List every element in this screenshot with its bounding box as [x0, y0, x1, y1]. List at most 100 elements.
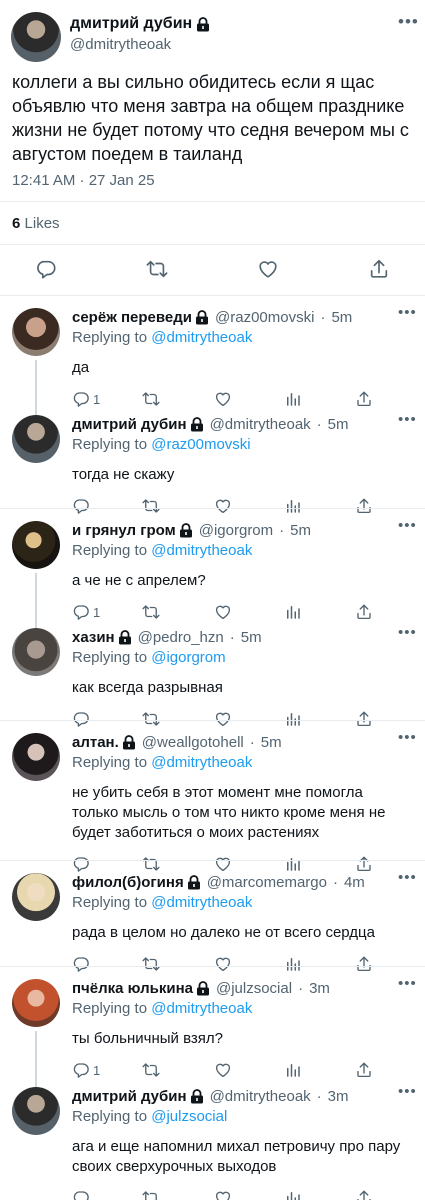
reply-actions: [72, 1189, 372, 1200]
replying-to-link[interactable]: @dmitrytheoak: [151, 542, 252, 559]
reply-time[interactable]: 5m: [241, 629, 262, 646]
replying-to-link[interactable]: @raz00movski: [151, 436, 250, 453]
author-name[interactable]: пчёлка юлькина: [72, 980, 193, 997]
more-options-button[interactable]: •••: [398, 975, 417, 992]
reply-button[interactable]: [35, 258, 57, 280]
more-options-button[interactable]: •••: [398, 1083, 417, 1100]
author-name[interactable]: дмитрий дубин: [70, 15, 210, 33]
reply-text: рада в целом но далеко не от всего сердц…: [72, 924, 375, 941]
more-options-button[interactable]: •••: [398, 517, 417, 534]
like-button[interactable]: [257, 258, 279, 280]
reply-time[interactable]: 3m: [309, 980, 330, 997]
author-name[interactable]: дмитрий дубин: [72, 416, 187, 433]
reply-tweet[interactable]: пчёлка юлькина @julzsocial · 3m ••• Repl…: [0, 967, 425, 1075]
thread-line: [35, 1075, 37, 1087]
avatar[interactable]: [12, 308, 60, 356]
dot-separator: ·: [320, 309, 326, 326]
analytics-icon: [284, 1189, 302, 1200]
divider: [0, 201, 425, 202]
reply-header: дмитрий дубин @dmitrytheoak · 5m: [72, 416, 349, 433]
reply-time[interactable]: 3m: [328, 1088, 349, 1105]
reply-tweet[interactable]: алтан. @weallgotohell · 5m ••• Replying …: [0, 721, 425, 861]
dot-separator: ·: [298, 980, 304, 997]
replying-to-link[interactable]: @dmitrytheoak: [151, 1000, 252, 1017]
reply-header: алтан. @weallgotohell · 5m: [72, 734, 282, 751]
more-options-button[interactable]: •••: [398, 411, 417, 428]
replying-to-link[interactable]: @igorgrom: [151, 649, 225, 666]
tweet-actions: [0, 248, 425, 293]
replying-to-link[interactable]: @dmitrytheoak: [151, 894, 252, 911]
author-handle[interactable]: @dmitrytheoak: [210, 1088, 311, 1105]
avatar[interactable]: [12, 1087, 60, 1135]
more-options-button[interactable]: •••: [398, 869, 417, 886]
reply-header: пчёлка юлькина @julzsocial · 3m: [72, 980, 330, 997]
lock-icon: [118, 630, 132, 645]
replying-to: Replying to @raz00movski: [72, 436, 251, 453]
reply-header: хазин @pedro_hzn · 5m: [72, 629, 262, 646]
reply-header: серёж переведи @raz00movski · 5m: [72, 309, 352, 326]
replying-to-link[interactable]: @dmitrytheoak: [151, 754, 252, 771]
author-name[interactable]: серёж переведи: [72, 309, 192, 326]
retweet-button[interactable]: [142, 1189, 160, 1200]
author-handle[interactable]: @weallgotohell: [142, 734, 244, 751]
retweet-button[interactable]: [146, 258, 168, 280]
replying-to: Replying to @dmitrytheoak: [72, 542, 252, 559]
author-handle[interactable]: @julzsocial: [216, 980, 292, 997]
author-name-text[interactable]: дмитрий дубин: [70, 15, 192, 33]
reply-tweet[interactable]: серёж переведи @raz00movski · 5m ••• Rep…: [0, 296, 425, 403]
author-name[interactable]: филол(б)огиня: [72, 874, 184, 891]
author-handle[interactable]: @marcomemargo: [207, 874, 327, 891]
avatar[interactable]: [11, 12, 61, 62]
reply-time[interactable]: 5m: [290, 522, 311, 539]
divider: [0, 244, 425, 245]
author-name[interactable]: хазин: [72, 629, 115, 646]
reply-time[interactable]: 5m: [261, 734, 282, 751]
author-name[interactable]: дмитрий дубин: [72, 1088, 187, 1105]
avatar[interactable]: [12, 733, 60, 781]
reply-header: филол(б)огиня @marcomemargo · 4m: [72, 874, 365, 891]
reply-button[interactable]: [72, 1189, 93, 1200]
author-handle[interactable]: @dmitrytheoak: [210, 416, 311, 433]
thread-line: [35, 573, 37, 616]
more-options-button[interactable]: •••: [398, 729, 417, 746]
main-tweet: дмитрий дубин @dmitrytheoak ••• коллеги …: [0, 0, 425, 296]
avatar[interactable]: [12, 628, 60, 676]
replying-label: Replying to: [72, 1108, 148, 1125]
author-name[interactable]: и грянул гром: [72, 522, 176, 539]
replying-to-link[interactable]: @julzsocial: [151, 1108, 227, 1125]
analytics-button[interactable]: [284, 1189, 302, 1200]
lock-icon: [187, 875, 201, 890]
reply-time[interactable]: 5m: [328, 416, 349, 433]
author-handle[interactable]: @igorgrom: [199, 522, 273, 539]
dot-separator: ·: [229, 629, 235, 646]
author-handle[interactable]: @raz00movski: [215, 309, 314, 326]
more-options-button[interactable]: •••: [398, 624, 417, 641]
reply-time[interactable]: 4m: [344, 874, 365, 891]
share-button[interactable]: [368, 258, 390, 280]
reply-tweet[interactable]: филол(б)огиня @marcomemargo · 4m ••• Rep…: [0, 861, 425, 967]
avatar[interactable]: [12, 521, 60, 569]
lock-icon: [179, 523, 193, 538]
reply-tweet[interactable]: и грянул гром @igorgrom · 5m ••• Replyin…: [0, 509, 425, 616]
reply-time[interactable]: 5m: [331, 309, 352, 326]
replying-to: Replying to @dmitrytheoak: [72, 1000, 252, 1017]
replying-to-link[interactable]: @dmitrytheoak: [151, 329, 252, 346]
avatar[interactable]: [12, 873, 60, 921]
more-options-button[interactable]: •••: [398, 12, 419, 32]
reply-tweet[interactable]: дмитрий дубин @dmitrytheoak · 3m ••• Rep…: [0, 1075, 425, 1200]
share-button[interactable]: [355, 1189, 373, 1200]
likes-count[interactable]: 6 Likes: [12, 215, 60, 232]
avatar[interactable]: [12, 415, 60, 463]
reply-tweet[interactable]: хазин @pedro_hzn · 5m ••• Replying to @i…: [0, 616, 425, 721]
avatar[interactable]: [12, 979, 60, 1027]
reply-tweet[interactable]: дмитрий дубин @dmitrytheoak · 5m ••• Rep…: [0, 403, 425, 509]
tweet-timestamp[interactable]: 12:41 AM · 27 Jan 25: [12, 172, 155, 189]
author-handle[interactable]: @pedro_hzn: [138, 629, 224, 646]
author-handle[interactable]: @dmitrytheoak: [70, 36, 171, 53]
author-name[interactable]: алтан.: [72, 734, 119, 751]
replying-label: Replying to: [72, 329, 148, 346]
like-button[interactable]: [214, 1189, 232, 1200]
reply-text: да: [72, 359, 90, 376]
more-options-button[interactable]: •••: [398, 304, 417, 321]
thread-line: [35, 360, 37, 403]
